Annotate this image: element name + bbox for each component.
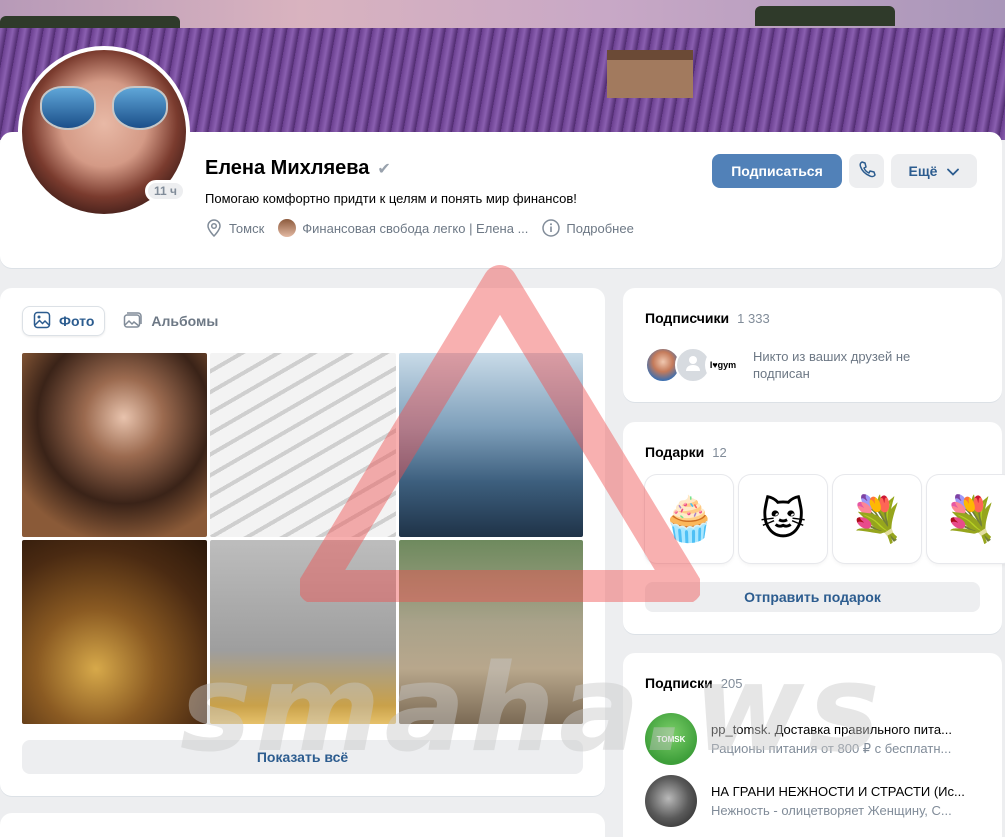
photo-tabs: Фото Альбомы (22, 306, 228, 336)
following-name: pp_tomsk. Доставка правильного пита... (711, 721, 952, 737)
gifts-title: Подарки (645, 444, 705, 460)
more-label: Ещё (908, 163, 938, 179)
city-item[interactable]: Томск (205, 219, 264, 237)
photo-icon (33, 311, 51, 332)
gift-item[interactable]: 💐 (927, 475, 1005, 563)
community-avatar (645, 775, 697, 827)
community-label: Финансовая свобода легко | Елена ... (302, 220, 529, 236)
profile-name: Елена Михляева (205, 157, 370, 179)
tab-photos-label: Фото (59, 313, 95, 329)
subscribers-block[interactable]: Подписчики 1 333 I♥gym Никто из ваших др… (623, 288, 1002, 402)
check-icon: ✔ (377, 160, 391, 178)
gifts-block: Подарки 12 🧁 🐱 💐 💐 Отправить подарок (623, 422, 1005, 634)
community-avatar: TOMSK (645, 713, 697, 765)
photo-thumbnail[interactable] (210, 353, 396, 537)
photo-thumbnail[interactable] (399, 540, 583, 724)
subscribers-title: Подписчики (645, 310, 730, 326)
subscribe-button[interactable]: Подписаться (712, 154, 842, 188)
gift-item[interactable]: 🐱 (739, 475, 827, 563)
gym-logo: I♥gym (709, 360, 737, 370)
call-button[interactable] (849, 154, 884, 188)
subscribers-preview: I♥gym Никто из ваших друзей не подписан (645, 347, 953, 383)
following-text: pp_tomsk. Доставка правильного пита... Р… (711, 722, 986, 757)
following-desc: Нежность - олицетворяет Женщину, С... (711, 803, 952, 818)
info-icon (542, 219, 561, 237)
gifts-header[interactable]: Подарки 12 (645, 444, 727, 460)
cover-house (607, 50, 693, 98)
cover-trees-right (755, 6, 895, 26)
photo-grid (22, 353, 583, 725)
gift-item[interactable]: 🧁 (645, 475, 733, 563)
friends-note: Никто из ваших друзей не подписан (753, 349, 911, 381)
tab-albums-label: Альбомы (151, 313, 219, 329)
following-desc: Рационы питания от 800 ₽ с бесплатн... (711, 740, 952, 756)
subscribers-header: Подписчики 1 333 (645, 310, 770, 326)
following-title: Подписки (645, 675, 713, 691)
photo-thumbnail[interactable] (22, 540, 207, 724)
profile-status: Помогаю комфортно придти к целям и понят… (205, 191, 577, 206)
gifts-list: 🧁 🐱 💐 💐 (645, 475, 1005, 563)
gift-item[interactable]: 💐 (833, 475, 921, 563)
following-name: НА ГРАНИ НЕЖНОСТИ И СТРАСТИ (Ис... (711, 784, 965, 799)
more-button[interactable]: Ещё (891, 154, 977, 188)
location-pin-icon (205, 219, 223, 237)
community-avatar (278, 219, 297, 237)
subscriber-avatar[interactable]: I♥gym (705, 347, 741, 383)
show-all-photos-button[interactable]: Показать всё (22, 740, 583, 774)
following-item[interactable]: TOMSK pp_tomsk. Доставка правильного пит… (645, 713, 986, 765)
city-label: Томск (229, 220, 265, 236)
gifts-count: 12 (712, 445, 727, 460)
subscribers-count: 1 333 (737, 311, 770, 326)
photos-block: Фото Альбомы Показать всё (0, 288, 605, 796)
avatar-sunglasses (40, 86, 168, 132)
user-placeholder-icon (683, 353, 703, 378)
following-text: НА ГРАНИ НЕЖНОСТИ И СТРАСТИ (Ис... Нежно… (711, 784, 986, 818)
chevron-down-icon (947, 163, 960, 179)
following-count: 205 (720, 676, 743, 691)
send-gift-button[interactable]: Отправить подарок (645, 582, 980, 612)
phone-icon (858, 160, 876, 183)
tab-albums[interactable]: Альбомы (113, 306, 228, 336)
profile-meta: Томск Финансовая свобода легко | Елена .… (205, 219, 634, 237)
following-item[interactable]: НА ГРАНИ НЕЖНОСТИ И СТРАСТИ (Ис... Нежно… (645, 775, 986, 827)
next-block (0, 813, 605, 837)
tab-photos[interactable]: Фото (22, 306, 106, 336)
name-row: Елена Михляева ✔ (205, 157, 391, 180)
details-label: Подробнее (566, 220, 634, 236)
following-block: Подписки 205 TOMSK pp_tomsk. Доставка пр… (623, 653, 1002, 837)
details-link[interactable]: Подробнее (542, 219, 634, 237)
photo-thumbnail[interactable] (22, 353, 207, 537)
cover-trees-left (0, 16, 180, 28)
online-badge: 11 ч (145, 180, 186, 202)
community-item[interactable]: Финансовая свобода легко | Елена ... (278, 219, 528, 237)
albums-icon (123, 311, 143, 332)
following-header[interactable]: Подписки 205 (645, 675, 742, 691)
photo-thumbnail[interactable] (399, 353, 583, 537)
photo-thumbnail[interactable] (210, 540, 396, 724)
